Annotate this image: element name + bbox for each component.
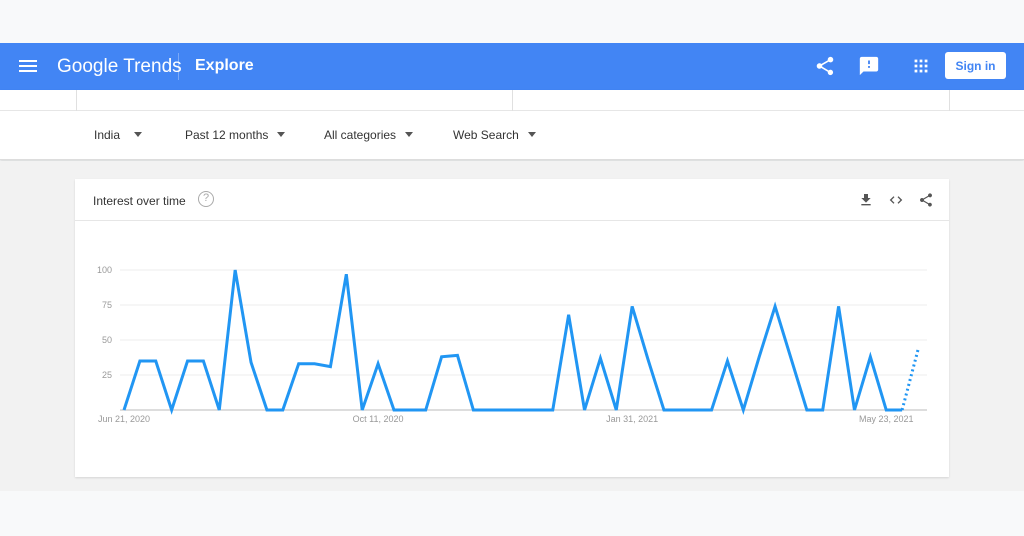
menu-icon[interactable] [19,57,37,75]
divider [949,90,950,111]
y-tick-label: 50 [102,335,112,345]
partial-data-line [900,349,920,411]
time-range-dropdown[interactable]: Past 12 months [185,128,286,142]
divider [512,90,513,111]
caret-down-icon [134,132,143,137]
page-title: Explore [195,57,254,74]
caret-down-icon [527,132,536,137]
dropdown-label: India [94,128,121,142]
caret-down-icon [405,132,414,137]
category-dropdown[interactable]: All categories [324,128,414,142]
divider [76,90,77,111]
region-dropdown[interactable]: India [94,128,143,142]
x-tick-label: Oct 11, 2020 [353,414,404,424]
top-bar: Google Trends Explore Sign in [0,43,1024,90]
share-icon[interactable] [814,55,836,77]
search-type-dropdown[interactable]: Web Search [453,128,536,142]
x-tick-label: Jan 31, 2021 [606,414,658,424]
interest-chart: 25 50 75 100 Jun 21, 2020 Oct 11, 2020 Jan 31,… [97,265,927,424]
x-tick-label: Jun 21, 2020 [98,414,150,424]
y-tick-label: 100 [97,265,112,275]
caret-down-icon [277,132,286,137]
dropdown-label: All categories [324,128,397,142]
interest-over-time-card: Interest over time ? 25 50 75 100 Jun 21, 20… [75,179,949,477]
feedback-icon[interactable] [858,55,880,77]
dropdown-label: Past 12 months [185,128,269,142]
dropdown-label: Web Search [453,128,519,142]
filter-bar: India Past 12 months All categories Web … [0,90,1024,160]
y-tick-label: 25 [102,370,112,380]
sign-in-button[interactable]: Sign in [945,52,1006,79]
y-tick-label: 75 [102,300,112,310]
divider [178,53,179,80]
search-terms-row [0,90,1024,111]
x-tick-label: May 23, 2021 [859,414,914,424]
apps-icon[interactable] [910,55,932,77]
logo[interactable]: Google Trends [57,56,182,78]
